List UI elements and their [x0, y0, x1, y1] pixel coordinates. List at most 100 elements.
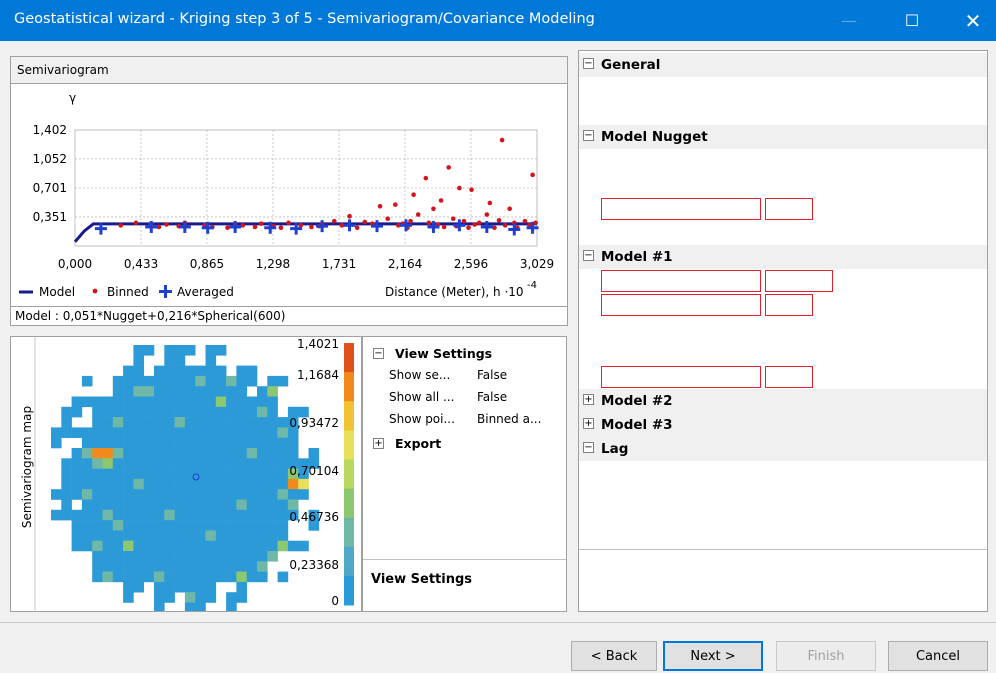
- map-cell: [267, 448, 278, 459]
- view-settings-row[interactable]: Show all ... False: [367, 387, 563, 409]
- map-cell: [195, 448, 206, 459]
- map-cell: [133, 448, 144, 459]
- expand-icon[interactable]: +: [373, 438, 384, 449]
- model3-category[interactable]: + Model #3: [579, 413, 987, 437]
- map-cell: [61, 509, 72, 521]
- map-cell: [277, 540, 289, 552]
- map-cell: [277, 448, 289, 459]
- map-cell: [154, 448, 165, 459]
- binned-point: [466, 225, 471, 231]
- map-cell: [61, 427, 72, 438]
- map-cell: [215, 458, 227, 469]
- variable-row[interactable]: [579, 101, 987, 125]
- semivariogram-chart[interactable]: γ 0,351 0,701 1,052 1,402 0,000 0,433 0,865 1,2…: [10, 84, 568, 306]
- map-cell: [184, 551, 196, 562]
- x-tick-label: 2,596: [454, 257, 488, 271]
- map-cell: [226, 520, 237, 531]
- map-cell: [287, 448, 299, 459]
- expand-icon[interactable]: +: [583, 394, 594, 405]
- map-cell: [246, 489, 258, 500]
- map-cell: [174, 540, 186, 552]
- map-cell: [205, 520, 217, 531]
- collapse-icon[interactable]: −: [583, 250, 594, 261]
- map-cell: [184, 417, 196, 428]
- map-cell: [92, 499, 103, 511]
- map-cell: [174, 489, 186, 500]
- map-cell: [257, 561, 268, 572]
- map-cell: [143, 458, 155, 469]
- calculate-nugget-row[interactable]: [579, 173, 987, 197]
- collapse-icon[interactable]: −: [583, 442, 594, 453]
- map-cell: [164, 530, 175, 541]
- view-settings-row[interactable]: Show se... False: [367, 365, 563, 387]
- map-cell: [164, 561, 175, 572]
- category-label: General: [601, 57, 661, 73]
- semivariogram-chart-svg: γ 0,351 0,701 1,052 1,402 0,000 0,433 0,865 1,2…: [19, 91, 554, 299]
- map-cell: [226, 509, 237, 521]
- enable-row[interactable]: [579, 149, 987, 173]
- map-cell: [164, 551, 175, 562]
- maximize-button[interactable]: ☐: [889, 0, 935, 41]
- cancel-button[interactable]: Cancel: [888, 641, 988, 671]
- lag-category[interactable]: − Lag: [579, 437, 987, 461]
- map-cell: [164, 571, 175, 583]
- map-cell: [123, 551, 134, 562]
- map-cell: [267, 458, 278, 469]
- map-cell: [81, 427, 93, 438]
- map-cell: [246, 468, 258, 480]
- map-cell: [236, 489, 247, 500]
- finish-button[interactable]: Finish: [776, 641, 876, 671]
- collapse-icon[interactable]: −: [583, 58, 594, 69]
- map-cell: [154, 509, 165, 521]
- binned-point: [487, 200, 493, 206]
- binned-point: [476, 220, 482, 226]
- close-button[interactable]: ✕: [950, 0, 996, 41]
- map-cell: [154, 365, 165, 377]
- view-settings-category[interactable]: − View Settings: [367, 343, 563, 365]
- model1-category[interactable]: − Model #1: [579, 245, 987, 269]
- general-category[interactable]: − General: [579, 53, 987, 77]
- optimize-model-row[interactable]: [579, 77, 987, 101]
- map-cell: [205, 571, 217, 583]
- y-tick-label: 1,052: [33, 152, 67, 166]
- map-cell: [205, 345, 217, 356]
- map-cell: [236, 448, 247, 459]
- semivariogram-map-side-label: Semivariogram map: [14, 340, 34, 610]
- map-cell: [184, 509, 196, 521]
- number-of-lags-row[interactable]: [579, 485, 987, 509]
- map-cell: [226, 478, 237, 490]
- map-cell: [143, 417, 155, 428]
- binned-point: [339, 223, 345, 228]
- measurement-error-row[interactable]: [579, 221, 987, 245]
- back-button[interactable]: < Back: [571, 641, 657, 671]
- map-cell: [215, 499, 227, 511]
- map-cell: [81, 489, 93, 500]
- category-label: Model #2: [601, 393, 673, 409]
- map-cell: [226, 396, 237, 408]
- map-cell: [226, 571, 237, 583]
- minimize-button[interactable]: —: [826, 0, 872, 41]
- calculate-partial-sill-row[interactable]: [579, 341, 987, 365]
- map-cell: [164, 592, 175, 603]
- map-cell: [246, 571, 258, 583]
- map-cell: [205, 365, 217, 377]
- model2-category[interactable]: + Model #2: [579, 389, 987, 413]
- map-cell: [205, 489, 217, 500]
- map-cell: [123, 571, 134, 583]
- map-cell: [184, 478, 196, 490]
- map-cell: [195, 406, 206, 418]
- map-cell: [133, 345, 144, 356]
- view-settings-row[interactable]: Show poi... Binned a...: [367, 409, 563, 431]
- collapse-icon[interactable]: −: [373, 348, 384, 359]
- anisotropy-row[interactable]: [579, 317, 987, 341]
- collapse-icon[interactable]: −: [583, 130, 594, 141]
- lag-size-row[interactable]: [579, 461, 987, 485]
- expand-icon[interactable]: +: [583, 418, 594, 429]
- export-category[interactable]: + Export: [367, 433, 563, 455]
- map-cell: [112, 437, 124, 449]
- model-nugget-category[interactable]: − Model Nugget: [579, 125, 987, 149]
- map-cell: [184, 406, 196, 418]
- next-button[interactable]: Next >: [663, 641, 763, 671]
- semivariogram-header: Semivariogram: [10, 56, 568, 84]
- map-cell: [246, 561, 258, 572]
